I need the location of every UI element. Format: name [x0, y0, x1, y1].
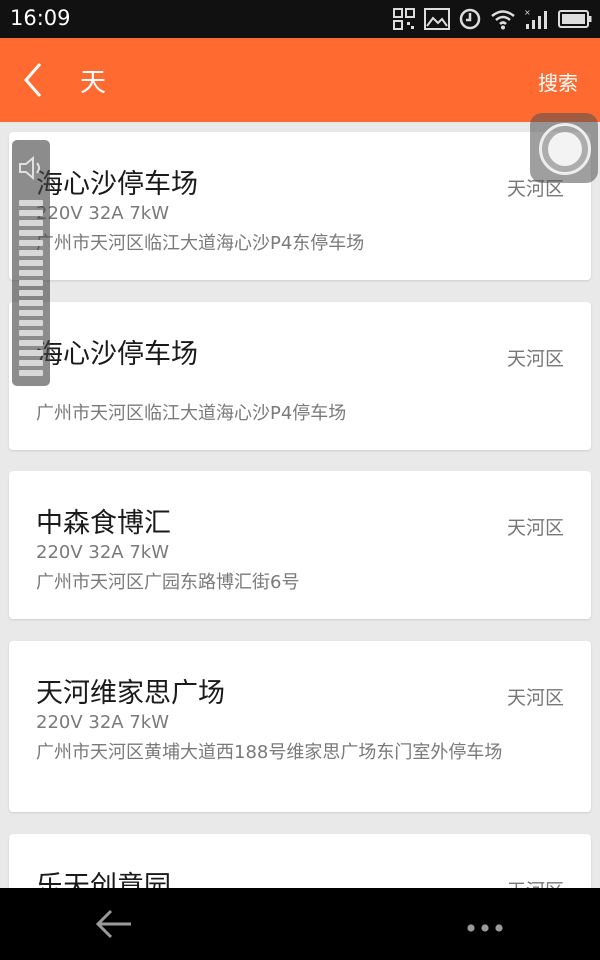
volume-bar — [19, 250, 43, 256]
station-card[interactable]: 乐天创意园 天河区 — [9, 834, 591, 888]
volume-bar — [19, 300, 43, 306]
signal-icon: × — [524, 8, 550, 30]
assistive-touch-dot — [548, 132, 582, 166]
back-button[interactable] — [16, 58, 52, 102]
volume-bar — [19, 370, 43, 376]
volume-bar — [19, 260, 43, 266]
page-title: 天 — [80, 68, 107, 98]
more-options-icon[interactable] — [466, 918, 504, 937]
station-card[interactable]: 海心沙停车场 天河区 广州市天河区临江大道海心沙P4停车场 — [9, 302, 591, 450]
volume-bar — [19, 280, 43, 286]
station-address: 广州市天河区临江大道海心沙P4东停车场 — [36, 233, 365, 254]
volume-bar — [19, 270, 43, 276]
station-card[interactable]: 中森食博汇 天河区 220V 32A 7kW 广州市天河区广园东路博汇街6号 — [9, 471, 591, 619]
station-district: 天河区 — [506, 687, 564, 709]
volume-bar — [19, 310, 43, 316]
app-bar: 天 搜索 — [0, 38, 600, 122]
station-district: 天河区 — [507, 876, 564, 888]
volume-bar — [19, 200, 43, 206]
volume-bar — [19, 290, 43, 296]
station-name: 乐天创意园 — [36, 871, 171, 888]
back-chevron-icon — [24, 63, 42, 97]
navigation-bar — [0, 888, 600, 960]
volume-bar — [19, 360, 43, 366]
back-arrow-icon[interactable] — [95, 908, 135, 944]
station-spec: 220V 32A 7kW — [36, 712, 170, 733]
screen: 16:09 × 天 搜索 海心沙停车场 天河区 220V 32A 7kW 广州市… — [0, 0, 600, 960]
volume-bar — [19, 320, 43, 326]
sync-icon — [458, 7, 482, 31]
station-name: 海心沙停车场 — [36, 169, 198, 200]
volume-bar — [19, 330, 43, 336]
station-district: 天河区 — [506, 348, 564, 370]
station-name: 天河维家思广场 — [36, 678, 225, 709]
station-address: 广州市天河区临江大道海心沙P4停车场 — [36, 403, 347, 424]
station-card[interactable]: 海心沙停车场 天河区 220V 32A 7kW 广州市天河区临江大道海心沙P4东… — [9, 132, 591, 280]
volume-level-bars[interactable] — [19, 200, 43, 380]
image-icon — [424, 8, 450, 30]
volume-bar — [19, 210, 43, 216]
assistive-touch-button[interactable] — [530, 113, 598, 183]
status-icons: × — [392, 6, 592, 32]
station-spec: 220V 32A 7kW — [36, 542, 170, 563]
battery-icon — [558, 9, 592, 29]
station-list[interactable]: 海心沙停车场 天河区 220V 32A 7kW 广州市天河区临江大道海心沙P4东… — [0, 122, 600, 888]
volume-bar — [19, 240, 43, 246]
station-address: 广州市天河区黄埔大道西188号维家思广场东门室外停车场 — [36, 742, 503, 763]
status-bar: 16:09 × — [0, 0, 600, 38]
speaker-icon — [18, 154, 44, 186]
wifi-icon — [490, 8, 516, 30]
svg-text:×: × — [524, 8, 531, 17]
status-time: 16:09 — [10, 6, 71, 30]
volume-overlay[interactable] — [12, 140, 50, 386]
station-name: 中森食博汇 — [36, 508, 171, 539]
search-button[interactable]: 搜索 — [538, 67, 578, 96]
station-district: 天河区 — [506, 517, 564, 539]
station-card[interactable]: 天河维家思广场 天河区 220V 32A 7kW 广州市天河区黄埔大道西188号… — [9, 641, 591, 812]
volume-bar — [19, 340, 43, 346]
qr-code-icon — [392, 7, 416, 31]
station-address: 广州市天河区广园东路博汇街6号 — [36, 572, 300, 593]
station-name: 海心沙停车场 — [36, 339, 198, 370]
volume-bar — [19, 230, 43, 236]
volume-bar — [19, 350, 43, 356]
volume-bar — [19, 220, 43, 226]
station-spec: 220V 32A 7kW — [36, 203, 170, 224]
